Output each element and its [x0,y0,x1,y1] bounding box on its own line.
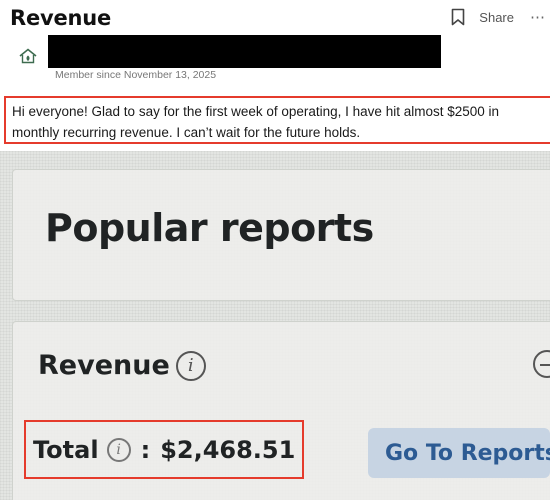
popular-reports-title: Popular reports [45,206,374,250]
more-icon[interactable]: ⋯ [530,8,546,26]
redacted-author-name [48,35,441,68]
go-to-reports-button: Go To Reports [368,428,550,478]
avatar[interactable] [15,48,41,74]
member-since: Member since November 13, 2025 [55,69,217,81]
total-value: $2,468.51 [160,436,296,464]
header-actions: Share ⋯ [451,8,546,26]
post-page: Revenue Share ⋯ Member since November 13… [0,0,550,500]
home-logo-icon [18,48,38,69]
info-icon: i [106,438,131,462]
post-body-highlighted: Hi everyone! Glad to say for the first w… [4,96,550,144]
share-button[interactable]: Share [479,10,514,25]
revenue-heading: Revenue i [38,350,206,381]
bookmark-icon[interactable] [451,8,465,26]
total-row: Total i : $2,468.51 [33,436,295,464]
total-colon: : [140,436,151,464]
post-title: Revenue [10,6,112,30]
info-icon: i [175,350,206,381]
total-label: Total [33,436,99,464]
revenue-heading-label: Revenue [38,350,170,381]
